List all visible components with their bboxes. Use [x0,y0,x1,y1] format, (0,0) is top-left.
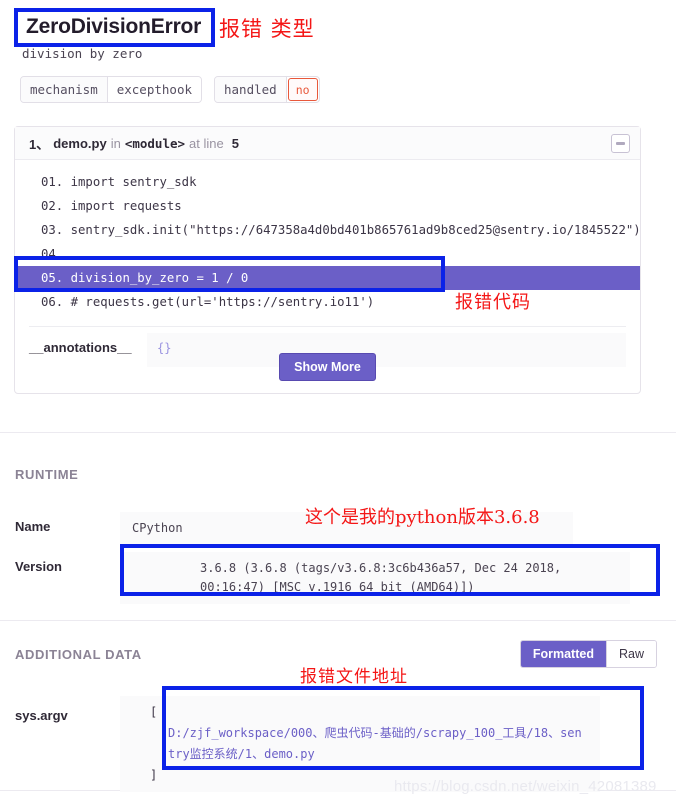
frame-line-number: 5 [231,135,239,151]
additional-data-section-title: ADDITIONAL DATA [15,647,142,662]
tag-mechanism[interactable]: mechanism excepthook [20,76,202,103]
code-line[interactable]: 06. # requests.get(url='https://sentry.i… [15,290,640,314]
runtime-version-row: Version 3.6.8 (3.6.8 (tags/v3.6.8:3c6b43… [15,552,660,604]
tag-mechanism-key: mechanism [21,77,108,102]
frame-in-word: in [110,135,121,151]
tag-mechanism-value: excepthook [107,77,201,102]
code-line[interactable]: 03. sentry_sdk.init("https://647358a4d0b… [15,218,640,242]
code-line-active[interactable]: 05. division_by_zero = 1 / 0 [15,266,640,290]
formatted-toggle-button[interactable]: Formatted [520,641,606,667]
show-more-button[interactable]: Show More [279,353,376,381]
runtime-section-title: RUNTIME [15,467,79,482]
stack-frame-card: 1、 demo.py in <module> at line 5 01. imp… [14,126,641,394]
code-line-number: 05. [41,271,64,285]
code-line-number: 01. [41,175,64,189]
format-toggle-group: Formatted Raw [519,640,657,668]
section-divider [0,620,676,621]
annotation-file-path: 报错文件地址 [300,667,408,687]
open-bracket: [ [150,705,158,719]
error-message: division by zero [22,46,143,61]
code-line-number: 04 [41,247,56,261]
code-line-text: division_by_zero = 1 / 0 [70,271,249,285]
minus-icon-bar [616,141,625,145]
error-type-highlight-box: ZeroDivisionError [14,8,216,47]
code-line-number: 02. [41,199,64,213]
annotation-python-version: 这个是我的python版本3.6.8 [305,507,540,528]
frame-filename: demo.py [53,135,107,151]
frame-at-text: at line [189,135,224,151]
frame-index: 1、 [29,136,50,152]
runtime-version-label: Version [15,559,62,574]
error-title-area: ZeroDivisionError [14,8,216,47]
code-line-number: 06. [41,295,64,309]
show-more-area: Show More [15,353,640,393]
minus-icon[interactable] [611,133,630,153]
runtime-version-value: 3.6.8 (3.6.8 (tags/v3.6.8:3c6b436a57, De… [120,552,630,604]
close-bracket: ] [150,768,158,782]
code-line-number: 03. [41,223,64,237]
code-line-text: # requests.get(url='https://sentry.io11'… [70,295,375,309]
annotation-error-code: 报错代码 [455,292,531,313]
tag-handled[interactable]: handled no [214,76,320,103]
section-divider [0,432,676,433]
sys-argv-path: D:/zjf_workspace/000、爬虫代码-基础的/scrapy_100… [168,726,582,761]
tag-list: mechanism excepthook handled no [20,76,320,103]
code-line-text: import sentry_sdk [70,175,197,189]
error-type-title: ZeroDivisionError [26,15,202,38]
frame-module: <module> [124,135,186,151]
runtime-name-label: Name [15,519,51,534]
annotation-error-type: 报错 类型 [219,17,315,41]
tag-handled-key: handled [215,77,287,102]
raw-toggle-button[interactable]: Raw [605,641,656,667]
sentry-issue-detail-page: ZeroDivisionError division by zero 报错 类型… [0,0,676,808]
stack-frame-header[interactable]: 1、 demo.py in <module> at line 5 [15,127,640,160]
tag-handled-value: no [287,78,318,101]
sys-argv-label: sys.argv [15,708,68,723]
code-line[interactable]: 01. import sentry_sdk [15,170,640,194]
code-line[interactable]: 02. import requests [15,194,640,218]
code-context-list: 01. import sentry_sdk 02. import request… [15,160,640,314]
code-line[interactable]: 04 [15,242,640,266]
watermark: https://blog.csdn.net/weixin_42081389 [394,778,657,795]
code-line-text: import requests [70,199,182,213]
code-line-text: sentry_sdk.init("https://647358a4d0bd401… [70,223,640,237]
